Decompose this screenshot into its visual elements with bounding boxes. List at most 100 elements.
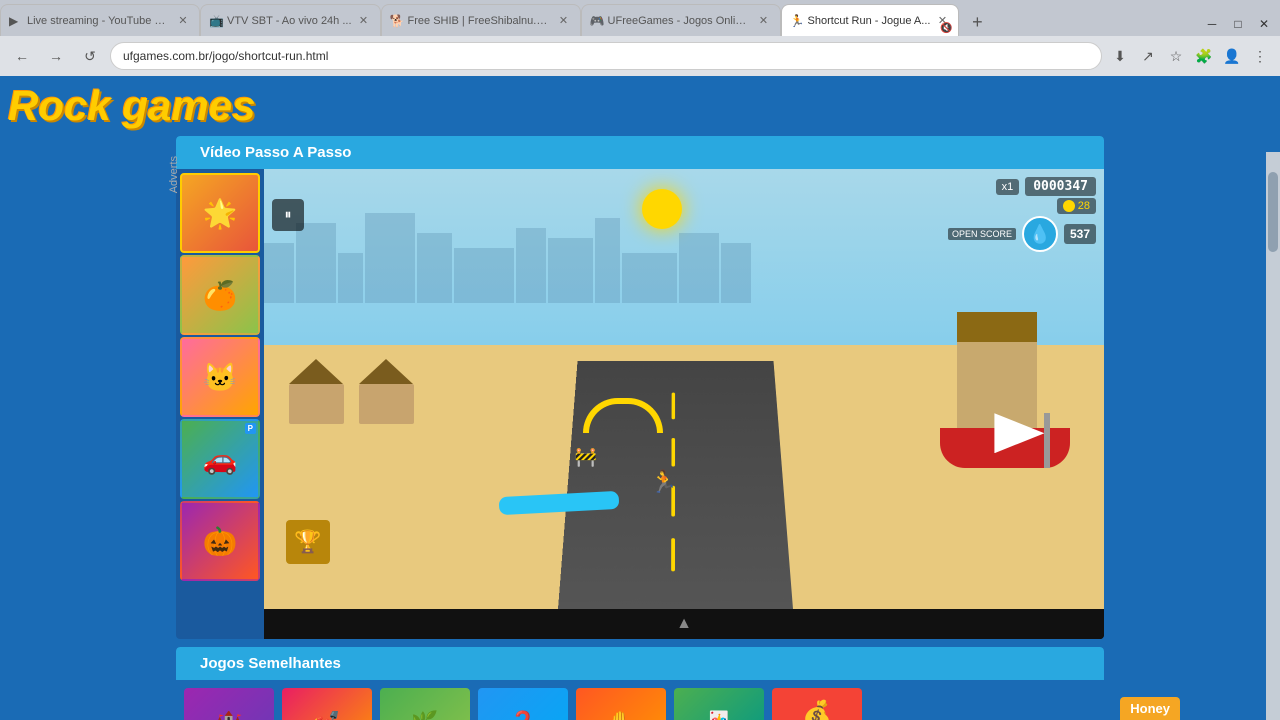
tab-4-close[interactable]: ✕ — [756, 13, 772, 29]
similar-game-6[interactable]: 🃏 — [674, 688, 764, 720]
address-input[interactable]: ufgames.com.br/jogo/shortcut-run.html — [110, 42, 1102, 70]
video-thumb-3[interactable]: 🐱 — [180, 337, 260, 417]
tab-4-favicon: 🎮 — [590, 14, 604, 28]
video-thumb-1[interactable]: 🌟 — [180, 173, 260, 253]
game-obstacle: 🚧 — [575, 447, 597, 468]
hut-1-roof — [289, 359, 343, 384]
bookmark-icon[interactable]: ☆ — [1164, 44, 1188, 68]
similar-game-1[interactable]: 🏰 — [184, 688, 274, 720]
tab-3-favicon: 🐕 — [390, 14, 404, 28]
tab-4-title: UFreeGames - Jogos Online... — [608, 15, 752, 27]
similar-game-7-money-movers[interactable]: 💰 MoneyMovers — [772, 688, 862, 720]
tab-3-close[interactable]: ✕ — [556, 13, 572, 29]
thumb-2-inner: 🍊 — [182, 257, 258, 333]
scrollbar[interactable] — [1266, 152, 1280, 720]
video-thumb-4[interactable]: 🚗 P — [180, 419, 260, 499]
similar-section-header: Jogos Semelhantes — [176, 647, 1104, 680]
thumb-1-inner: 🌟 — [182, 175, 258, 251]
tower-roof — [957, 312, 1037, 342]
video-section-header: Vídeo Passo A Passo — [176, 136, 1104, 169]
video-thumb-2[interactable]: 🍊 — [180, 255, 260, 335]
hut-1-body — [289, 384, 344, 424]
tab-3[interactable]: 🐕 Free SHIB | FreeShibalnu.com... ✕ — [381, 4, 581, 36]
road-line-4 — [671, 538, 675, 571]
boat-mast — [1044, 413, 1050, 468]
tab-1[interactable]: ▶ Live streaming - YouTube St... ✕ — [0, 4, 200, 36]
road-line-2 — [671, 438, 675, 467]
browser-chrome: ▶ Live streaming - YouTube St... ✕ 📺 VTV… — [0, 0, 1280, 76]
tab-1-close[interactable]: ✕ — [175, 13, 191, 29]
game-hud: ⏸ x1 0000347 — [264, 169, 1104, 260]
tab-5-favicon: 🏃 — [790, 14, 804, 28]
profile-icon[interactable]: 👤 — [1220, 44, 1244, 68]
hud-bottom-row: OPEN SCORE 💧 537 — [948, 216, 1096, 252]
tab-2[interactable]: 📺 VTV SBT - Ao vivo 24h ... ✕ — [200, 4, 381, 36]
main-area: Vídeo Passo A Passo 🌟 🍊 — [0, 76, 1280, 720]
honey-extension-badge[interactable]: Honey — [1120, 697, 1180, 720]
video-section: Vídeo Passo A Passo 🌟 🍊 — [176, 136, 1104, 639]
money-movers-icon: 💰 — [802, 699, 832, 720]
tab-4[interactable]: 🎮 UFreeGames - Jogos Online... ✕ — [581, 4, 781, 36]
tab-3-title: Free SHIB | FreeShibalnu.com... — [408, 15, 552, 27]
video-bottom-bar: ▲ — [264, 609, 1104, 639]
menu-icon[interactable]: ⋮ — [1248, 44, 1272, 68]
forward-button[interactable]: → — [42, 42, 70, 70]
thumb-3-inner: 🐱 — [182, 339, 258, 415]
video-section-title: Vídeo Passo A Passo — [200, 144, 351, 161]
video-container: 🌟 🍊 🐱 — [176, 169, 1104, 639]
mute-icon: 🔇 — [940, 23, 952, 34]
thumb-5-inner: 🎃 — [182, 503, 258, 579]
minimize-button[interactable]: ─ — [1200, 12, 1224, 36]
download-icon[interactable]: ⬇ — [1108, 44, 1132, 68]
close-button[interactable]: ✕ — [1252, 12, 1276, 36]
tab-1-title: Live streaming - YouTube St... — [27, 15, 171, 27]
new-tab-button[interactable]: + — [963, 8, 991, 36]
adverts-label: Adverts — [168, 156, 180, 193]
refresh-button[interactable]: ↺ — [76, 42, 104, 70]
sg4-inner: ❓ — [478, 688, 568, 720]
window-controls: ─ □ ✕ — [1200, 12, 1280, 36]
sg2-inner: 💅 — [282, 688, 372, 720]
honey-label: Honey — [1130, 701, 1170, 716]
similar-game-4[interactable]: ❓ — [478, 688, 568, 720]
scrollbar-thumb[interactable] — [1268, 172, 1278, 252]
tab-5-title: Shortcut Run - Jogue A... — [808, 15, 931, 27]
right-sidebar — [1112, 136, 1272, 720]
best-score-value: 537 — [1064, 224, 1096, 244]
hud-middle-row: 28 — [1057, 198, 1096, 214]
site-logo[interactable]: Rock games — [0, 80, 263, 132]
game-boat — [940, 413, 1070, 468]
tab-5[interactable]: 🏃 Shortcut Run - Jogue A... 🔇 ✕ — [781, 4, 960, 36]
main-video[interactable]: 🏃 🚧 — [264, 169, 1104, 639]
video-arrow: ▲ — [676, 615, 692, 633]
similar-section-title: Jogos Semelhantes — [200, 655, 341, 672]
pause-button[interactable]: ⏸ — [272, 199, 304, 231]
left-sidebar — [8, 136, 168, 720]
tab-1-favicon: ▶ — [9, 14, 23, 28]
hud-top-row: x1 0000347 — [996, 177, 1096, 196]
similar-game-2[interactable]: 💅 — [282, 688, 372, 720]
tab-2-close[interactable]: ✕ — [356, 13, 372, 29]
thumb-3-emoji: 🐱 — [203, 361, 238, 394]
game-screen: 🏃 🚧 — [264, 169, 1104, 609]
coin-icon — [1063, 200, 1075, 212]
coins-value: 28 — [1078, 200, 1090, 212]
back-button[interactable]: ← — [8, 42, 36, 70]
game-huts — [289, 359, 414, 424]
multiplier-display: x1 — [996, 179, 1020, 195]
extensions-icon[interactable]: 🧩 — [1192, 44, 1216, 68]
address-text: ufgames.com.br/jogo/shortcut-run.html — [123, 49, 328, 63]
best-score-label: OPEN SCORE — [948, 228, 1016, 240]
video-thumb-5[interactable]: 🎃 — [180, 501, 260, 581]
address-bar: ← → ↺ ufgames.com.br/jogo/shortcut-run.h… — [0, 36, 1280, 76]
similar-game-3[interactable]: 🌿 — [380, 688, 470, 720]
sg3-inner: 🌿 — [380, 688, 470, 720]
hut-2-roof — [359, 359, 413, 384]
similar-game-5[interactable]: ✋ — [576, 688, 666, 720]
share-icon[interactable]: ↗ — [1136, 44, 1160, 68]
coins-display: 28 — [1057, 198, 1096, 214]
hud-right: x1 0000347 28 — [948, 177, 1096, 252]
sg6-inner: 🃏 — [674, 688, 764, 720]
maximize-button[interactable]: □ — [1226, 12, 1250, 36]
similar-games-list: 🏰 💅 🌿 ❓ ✋ 🃏 — [176, 680, 1104, 720]
